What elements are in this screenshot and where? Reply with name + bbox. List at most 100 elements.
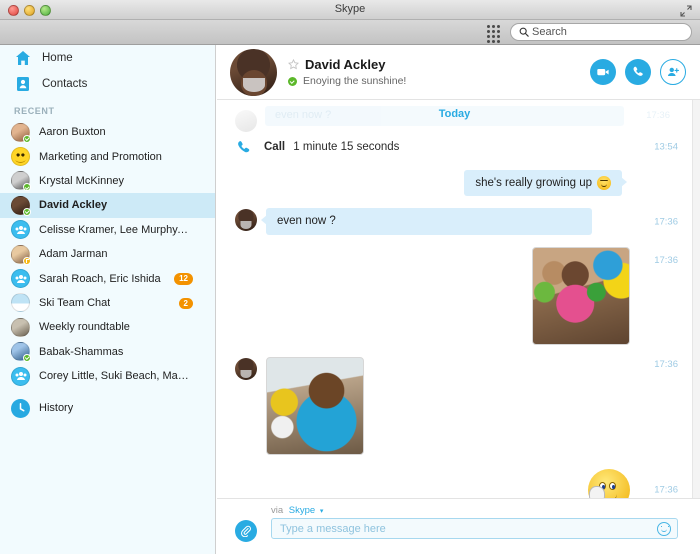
skype-window: Skype Jasmine Salgado £13.07 [0, 0, 700, 554]
add-person-icon [666, 65, 680, 79]
waving-smiley-sticker-icon[interactable] [588, 469, 630, 498]
message-row-incoming: even now ? 17:36 [217, 202, 700, 240]
timestamp: 17:36 [654, 216, 678, 227]
sidebar-item-label: History [39, 402, 73, 414]
list-item-label: Krystal McKinney [39, 175, 124, 187]
home-icon [14, 49, 32, 67]
message-bubble[interactable]: she's really growing up [464, 170, 622, 196]
avatar [11, 269, 30, 288]
list-item[interactable]: Marketing and Promotion [0, 144, 215, 168]
list-item-label: Corey Little, Suki Beach, Matthew... [39, 370, 191, 382]
avatar [11, 293, 30, 312]
group-icon [15, 224, 27, 236]
winking-tongue-emoji-icon [597, 176, 611, 190]
avatar [11, 147, 30, 166]
list-item-label: Ski Team Chat [39, 297, 110, 309]
girl-with-balloons-photo[interactable] [532, 247, 630, 345]
list-item[interactable]: Adam Jarman [0, 242, 215, 266]
message-row-sticker: 17:36 [217, 461, 700, 498]
avatar [235, 358, 257, 380]
sidebar-item-contacts[interactable]: Contacts [0, 71, 215, 97]
via-value[interactable]: Skype [289, 505, 315, 516]
avatar[interactable] [230, 49, 277, 96]
search-input[interactable] [532, 26, 683, 38]
title-bar: Skype [0, 0, 700, 20]
expand-icon[interactable] [680, 5, 692, 17]
avatar [11, 196, 30, 215]
presence-online-icon [23, 354, 31, 362]
sidebar-item-label: Contacts [42, 78, 87, 90]
call-log-row: Call 1 minute 15 seconds 13:54 [217, 130, 700, 164]
avatar [11, 245, 30, 264]
boy-with-trophy-photo[interactable] [266, 357, 364, 455]
date-divider: Today [439, 108, 471, 120]
timestamp: 13:54 [654, 142, 678, 153]
clock-icon [11, 399, 30, 418]
message-input[interactable] [280, 523, 657, 535]
phone-icon [235, 139, 252, 156]
section-label-recent: RECENT [0, 97, 215, 120]
via-label: via [271, 505, 283, 516]
search-icon [519, 27, 529, 37]
avatar [11, 342, 30, 361]
list-item[interactable]: Weekly roundtable [0, 315, 215, 339]
message-row-outgoing-photo: 17:36 [217, 241, 700, 351]
chevron-down-icon[interactable]: ▾ [320, 508, 324, 515]
list-item-selected[interactable]: David Ackley [0, 193, 215, 217]
timestamp: 17:36 [654, 359, 678, 370]
list-item-label: Celisse Kramer, Lee Murphy, MJ... [39, 224, 191, 236]
add-people-button[interactable] [660, 59, 686, 85]
mood-message: Enoying the sunshine! [303, 74, 406, 88]
sidebar-item-history[interactable]: History [0, 396, 215, 420]
page-title: David Ackley [305, 56, 385, 74]
list-item-label: Adam Jarman [39, 248, 107, 260]
window-title: Skype [0, 3, 700, 15]
attach-button[interactable] [235, 520, 257, 542]
sidebar-item-home[interactable]: Home [0, 45, 215, 71]
avatar [11, 220, 30, 239]
faded-preview-row: even now ? 17:36 Today [217, 100, 700, 130]
toolbar [0, 20, 700, 45]
chat-header-actions [590, 59, 700, 85]
presence-online-icon [288, 77, 297, 86]
dialpad-icon[interactable] [487, 25, 500, 40]
via-selector[interactable]: via Skype ▾ [271, 505, 323, 516]
search-box[interactable] [510, 23, 692, 41]
list-item[interactable]: Sarah Roach, Eric Ishida 12 [0, 266, 215, 290]
list-item[interactable]: Ski Team Chat 2 [0, 291, 215, 315]
avatar [11, 171, 30, 190]
avatar [11, 123, 30, 142]
avatar [11, 399, 30, 418]
sidebar-item-label: Home [42, 52, 73, 64]
smiley-icon[interactable] [657, 522, 671, 536]
phone-icon [631, 65, 645, 79]
message-list[interactable]: even now ? 17:36 Today Call 1 minute 15 … [217, 100, 700, 498]
voice-call-button[interactable] [625, 59, 651, 85]
presence-away-icon [23, 257, 31, 265]
avatar [11, 318, 30, 337]
video-camera-icon [596, 65, 610, 79]
group-icon [15, 370, 27, 382]
message-row-incoming-photo: 17:36 [217, 351, 700, 461]
paperclip-icon [240, 525, 252, 537]
list-item[interactable]: Corey Little, Suki Beach, Matthew... [0, 364, 215, 388]
contacts-icon [14, 75, 32, 93]
message-input-wrap[interactable] [271, 518, 678, 539]
message-text: she's really growing up [475, 176, 592, 190]
list-item[interactable]: Krystal McKinney [0, 169, 215, 193]
chat-header: David Ackley Enoying the sunshine! [217, 45, 700, 100]
list-item-label: Sarah Roach, Eric Ishida [39, 273, 161, 285]
list-item[interactable]: Celisse Kramer, Lee Murphy, MJ... [0, 218, 215, 242]
video-call-button[interactable] [590, 59, 616, 85]
star-icon[interactable] [288, 59, 299, 70]
sidebar: Jasmine Salgado £13.07 Home Contacts REC… [0, 45, 216, 554]
presence-online-icon [23, 208, 31, 216]
timestamp: 17:36 [654, 255, 678, 266]
message-text: even now ? [277, 214, 336, 228]
message-bubble[interactable]: even now ? [266, 208, 592, 234]
list-item[interactable]: Aaron Buxton [0, 120, 215, 144]
unread-badge: 2 [179, 298, 193, 310]
avatar [235, 209, 257, 231]
list-item[interactable]: Babak-Shammas [0, 340, 215, 364]
list-item-label: Weekly roundtable [39, 321, 130, 333]
